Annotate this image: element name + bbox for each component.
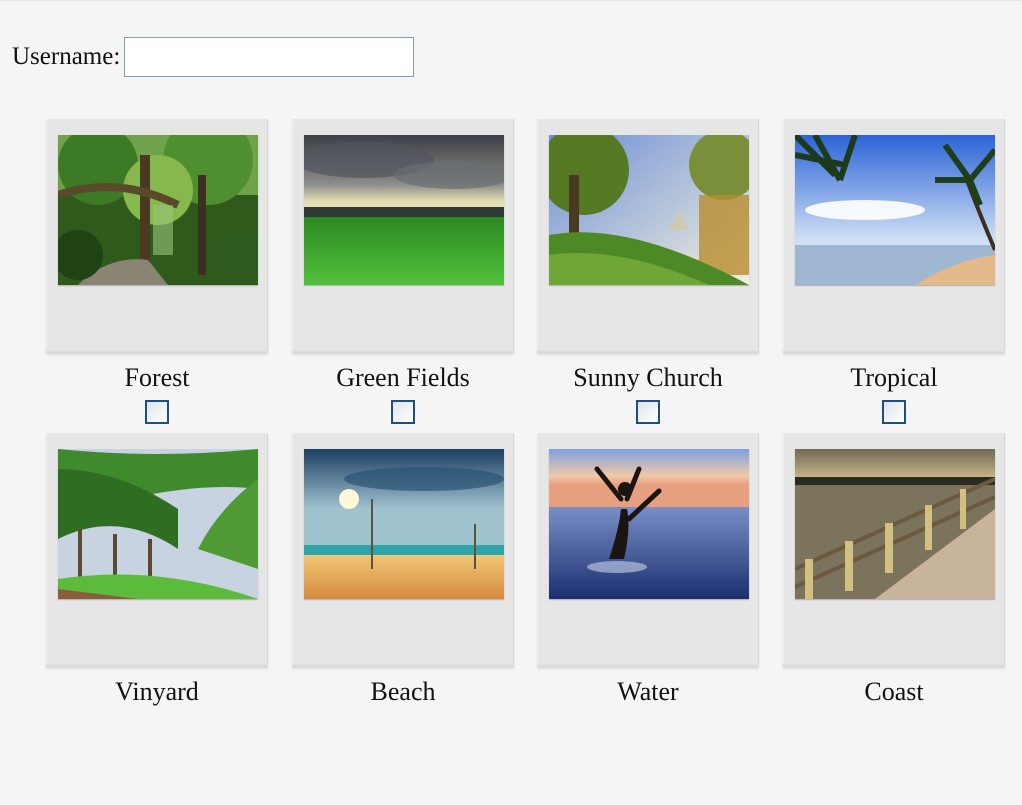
select-tropical-checkbox[interactable] (882, 400, 906, 424)
photo-card-tropical: Tropical (783, 119, 1005, 424)
photo-frame (46, 119, 268, 353)
photo-caption: Coast (864, 677, 924, 706)
sunny-church-photo (549, 135, 749, 285)
photo-frame (292, 119, 514, 353)
photo-frame (537, 119, 759, 353)
photo-caption: Forest (124, 363, 190, 392)
photo-frame (46, 433, 268, 667)
photo-caption: Green Fields (336, 363, 470, 392)
photo-frame (783, 433, 1005, 667)
beach-photo (304, 449, 504, 599)
photo-card-coast: Coast (783, 433, 1005, 707)
water-photo (549, 449, 749, 599)
tropical-photo (795, 135, 995, 285)
photo-card-vinyard: Vinyard (46, 433, 268, 707)
username-row: Username: (12, 35, 415, 79)
username-input[interactable] (124, 37, 415, 77)
photo-card-sunny-church: Sunny Church (537, 119, 759, 424)
photo-card-beach: Beach (292, 433, 514, 707)
forest-photo (58, 135, 258, 285)
page: Username: Forest Green Fields Sunny Chur… (0, 0, 1022, 805)
photo-card-forest: Forest (46, 119, 268, 424)
photo-frame (537, 433, 759, 667)
photo-caption: Sunny Church (573, 363, 723, 392)
select-forest-checkbox[interactable] (145, 400, 169, 424)
photo-card-green-fields: Green Fields (292, 119, 514, 424)
vinyard-photo (58, 449, 258, 599)
photo-caption: Tropical (850, 363, 938, 392)
photo-card-water: Water (537, 433, 759, 707)
photo-caption: Water (617, 677, 679, 706)
select-green-fields-checkbox[interactable] (391, 400, 415, 424)
coast-photo (795, 449, 995, 599)
username-label: Username: (12, 43, 121, 70)
photo-caption: Beach (370, 677, 436, 706)
photo-frame (292, 433, 514, 667)
green-fields-photo (304, 135, 504, 285)
photo-frame (783, 119, 1005, 353)
select-sunny-church-checkbox[interactable] (636, 400, 660, 424)
photo-caption: Vinyard (115, 677, 199, 706)
